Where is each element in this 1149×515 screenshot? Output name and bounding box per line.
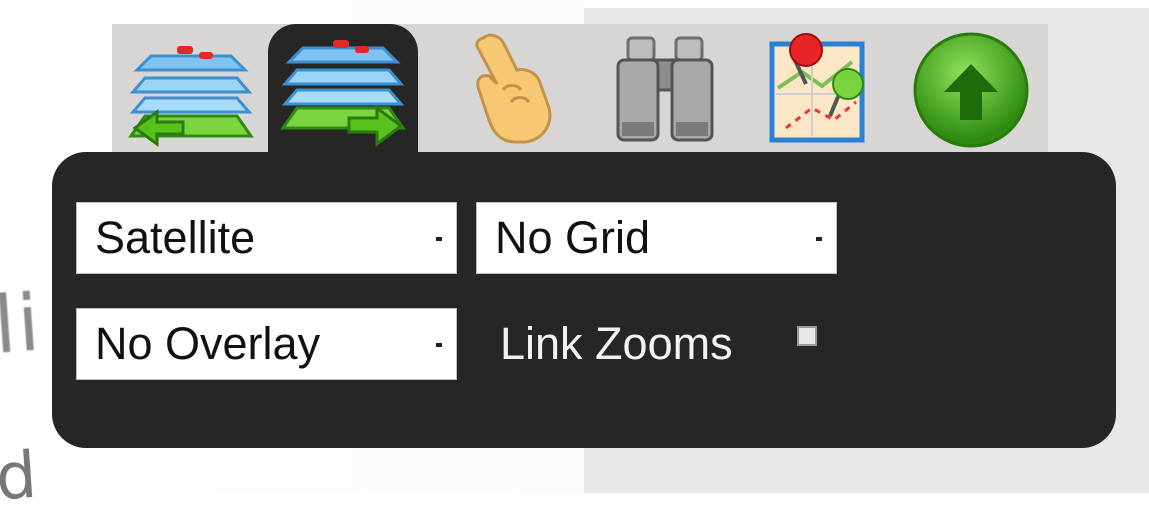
link-zooms-checkbox[interactable] <box>797 326 817 346</box>
tool-map-pins[interactable] <box>742 24 892 152</box>
map-type-select[interactable]: Satellite <box>76 202 457 274</box>
overlay-select[interactable]: No Overlay <box>76 308 457 380</box>
up-arrow-circle-icon <box>913 32 1029 148</box>
pointing-hand-icon <box>475 33 552 144</box>
tool-search[interactable] <box>590 24 740 152</box>
tool-layers-forward[interactable] <box>268 24 418 152</box>
tool-pan-hand[interactable] <box>430 24 580 152</box>
grid-select-value: No Grid <box>495 212 651 263</box>
background-partial-text: li <box>0 278 45 372</box>
layer-options-panel <box>52 152 1116 448</box>
overlay-select-value: No Overlay <box>95 318 321 369</box>
dropdown-caret-icon <box>816 237 822 241</box>
grid-select[interactable]: No Grid <box>476 202 837 274</box>
layers-back-icon <box>128 46 254 147</box>
map-pins-icon <box>769 33 865 143</box>
layers-forward-icon <box>280 40 406 147</box>
dropdown-caret-icon <box>436 343 442 347</box>
tool-layers-back[interactable] <box>116 24 266 152</box>
link-zooms-label: Link Zooms <box>500 318 733 369</box>
background-partial-text-2: d <box>0 438 40 515</box>
map-type-select-value: Satellite <box>95 212 256 263</box>
tool-go-up[interactable] <box>896 24 1046 152</box>
dropdown-caret-icon <box>436 237 442 241</box>
binoculars-icon <box>616 36 714 142</box>
